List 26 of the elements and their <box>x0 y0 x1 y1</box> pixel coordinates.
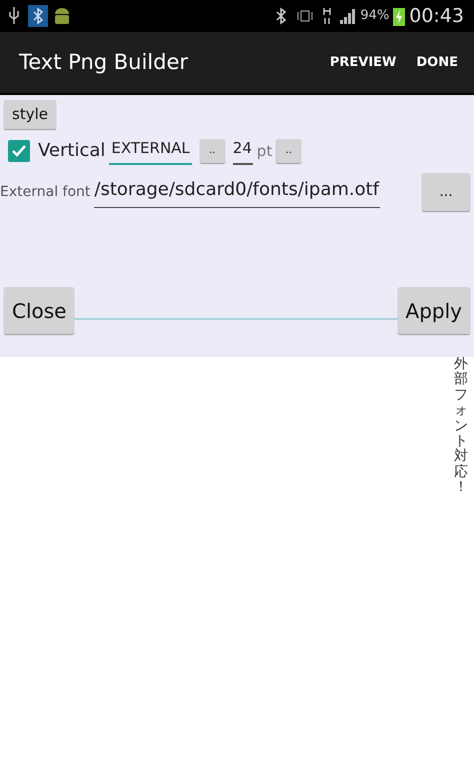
app-title: Text Png Builder <box>19 48 190 76</box>
signal-icon <box>340 8 356 24</box>
apply-button[interactable]: Apply <box>398 287 470 334</box>
size-button[interactable]: .. <box>276 138 302 163</box>
battery-percent: 94% <box>360 7 390 26</box>
bluetooth-icon <box>274 7 288 25</box>
browse-button[interactable]: ... <box>422 173 470 211</box>
style-button[interactable]: style <box>4 100 56 128</box>
action-button[interactable]: PREVIEW <box>322 48 404 76</box>
checkbox[interactable] <box>8 140 30 162</box>
unit-label: pt <box>256 140 272 162</box>
checkbox-label: Vertical <box>38 139 106 164</box>
usb-icon <box>8 6 20 26</box>
font-button[interactable]: .. <box>200 138 225 163</box>
font-dropdown[interactable]: EXTERNAL <box>109 136 192 165</box>
vertical-text: 外部フォント対応！ <box>454 357 468 496</box>
close-button[interactable]: Close <box>4 287 74 334</box>
vibrate-icon <box>296 9 314 23</box>
size-field[interactable]: 24 <box>232 136 253 165</box>
battery-charging-icon <box>393 6 406 26</box>
check-icon <box>11 144 27 158</box>
field-label: External font <box>0 182 90 202</box>
action-button[interactable]: DONE <box>408 48 466 76</box>
bluetooth-icon <box>28 5 48 27</box>
clock: 00:43 <box>409 4 464 29</box>
font-path-field[interactable]: /storage/sdcard0/fonts/ipam.otf <box>94 176 380 208</box>
